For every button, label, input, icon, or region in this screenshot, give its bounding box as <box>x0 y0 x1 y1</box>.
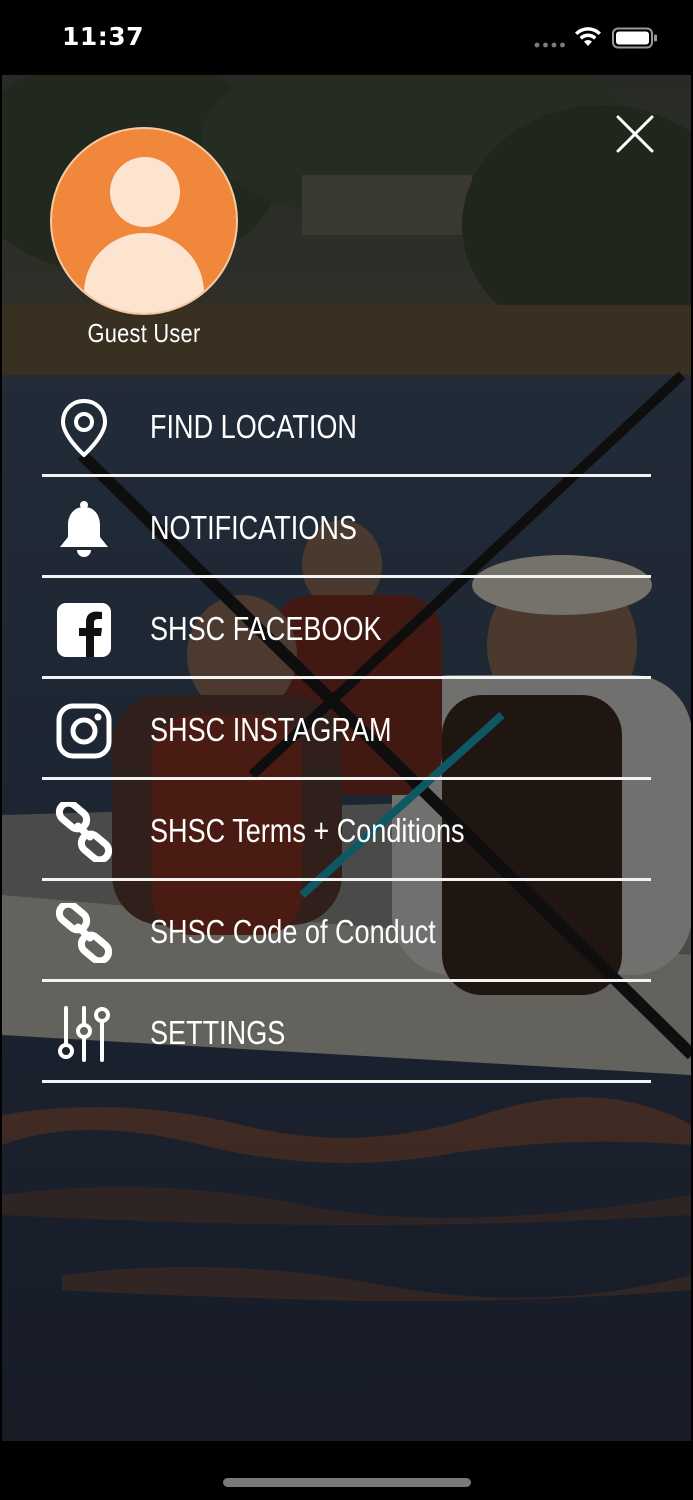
menu-list: FIND LOCATION NOTIFICATIONS SHSC FACEBOO… <box>42 376 651 1083</box>
bell-icon <box>54 499 114 559</box>
avatar <box>50 127 238 315</box>
menu-item-label: NOTIFICATIONS <box>150 509 357 546</box>
status-time: 11:37 <box>62 22 145 51</box>
instagram-icon <box>54 701 114 761</box>
sliders-icon <box>54 1004 114 1064</box>
user-name: Guest User <box>87 318 201 348</box>
menu-item-label: SHSC Code of Conduct <box>150 913 436 950</box>
menu-item-facebook[interactable]: SHSC FACEBOOK <box>42 578 651 679</box>
menu-item-notifications[interactable]: NOTIFICATIONS <box>42 477 651 578</box>
menu-item-label: SHSC Terms + Conditions <box>150 812 465 849</box>
wifi-icon <box>575 27 601 46</box>
close-icon[interactable] <box>612 111 658 157</box>
link-icon <box>54 900 114 965</box>
menu-item-label: SHSC FACEBOOK <box>150 610 382 647</box>
menu-item-settings[interactable]: SETTINGS <box>42 982 651 1083</box>
menu-item-label: FIND LOCATION <box>150 408 357 445</box>
avatar-body-shape <box>84 233 204 313</box>
home-indicator[interactable] <box>223 1478 471 1487</box>
menu-item-code-of-conduct[interactable]: SHSC Code of Conduct <box>42 881 651 982</box>
link-icon <box>54 799 114 864</box>
avatar-head-shape <box>110 157 180 227</box>
menu-item-label: SHSC INSTAGRAM <box>150 711 392 748</box>
side-menu-screen: 11:37 Guest User FIND LOCATION NOTIFICAT… <box>0 0 693 1500</box>
menu-item-label: SETTINGS <box>150 1014 286 1051</box>
menu-item-find-location[interactable]: FIND LOCATION <box>42 376 651 477</box>
battery-icon <box>612 27 657 49</box>
map-pin-icon <box>54 398 114 458</box>
facebook-icon <box>54 600 114 660</box>
status-bar: 11:37 <box>0 0 693 75</box>
menu-item-instagram[interactable]: SHSC INSTAGRAM <box>42 679 651 780</box>
menu-item-terms[interactable]: SHSC Terms + Conditions <box>42 780 651 881</box>
cellular-signal-icon <box>534 42 565 48</box>
